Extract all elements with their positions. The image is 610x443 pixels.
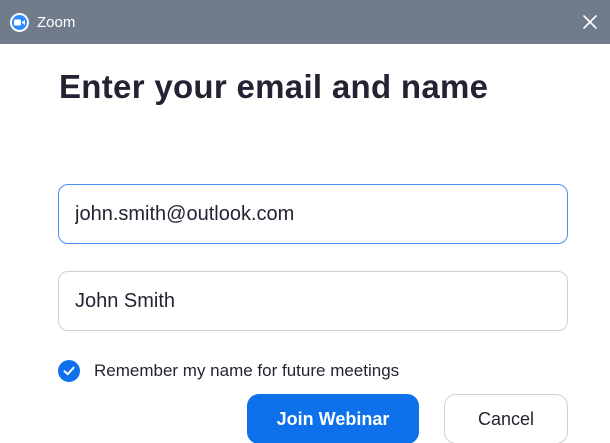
checkmark-icon	[63, 366, 75, 376]
cancel-button[interactable]: Cancel	[444, 394, 568, 443]
remember-checkbox[interactable]	[58, 360, 80, 382]
email-input[interactable]	[75, 202, 551, 226]
email-field[interactable]	[58, 184, 568, 244]
name-field[interactable]	[58, 271, 568, 331]
window-title: Zoom	[37, 14, 76, 31]
dialog-heading: Enter your email and name	[59, 68, 489, 105]
join-webinar-button[interactable]: Join Webinar	[247, 394, 419, 443]
name-input[interactable]	[75, 289, 551, 313]
close-icon	[583, 15, 597, 29]
window-titlebar: Zoom	[0, 0, 610, 44]
remember-name-option[interactable]: Remember my name for future meetings	[58, 360, 399, 382]
zoom-app-icon	[10, 13, 29, 32]
close-button[interactable]	[578, 10, 602, 34]
remember-label: Remember my name for future meetings	[94, 361, 400, 380]
